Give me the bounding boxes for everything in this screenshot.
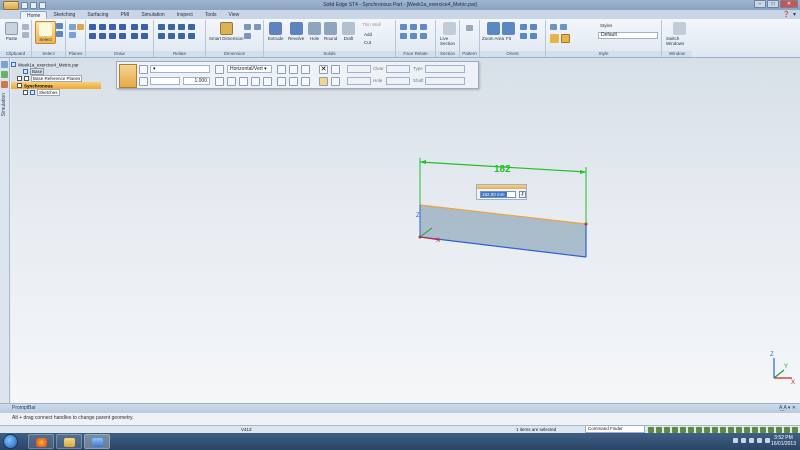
taskbar-solid-edge[interactable]	[84, 434, 110, 449]
local-z-label: Z	[416, 213, 420, 219]
view-z-label: Z	[770, 352, 774, 358]
taskbar-explorer[interactable]	[56, 434, 82, 449]
tray-icon[interactable]	[733, 438, 738, 443]
dimension-value[interactable]: 182	[494, 164, 511, 175]
dimension-value-input[interactable]: 182.00 mm	[480, 191, 516, 198]
graphics-canvas: 182 Z X Z X Y	[416, 158, 795, 386]
view-y-label: Y	[784, 364, 788, 370]
taskbar-firefox[interactable]	[28, 434, 54, 449]
taskbar-clock[interactable]: 3:52 PM 16/01/2013	[771, 435, 796, 447]
network-icon[interactable]	[757, 438, 762, 443]
volume-icon[interactable]	[765, 438, 770, 443]
prompt-bar: PromptBar A͟ A ▾ ✕ Alt + drag connect ha…	[0, 403, 800, 425]
command-finder-input[interactable]: Command Finder	[585, 425, 645, 433]
local-x-label: X	[436, 238, 440, 244]
prompt-bar-title: PromptBar	[0, 404, 800, 413]
folder-icon	[64, 438, 75, 447]
dimension-edit-box: 182.00 mm ⚷	[476, 184, 527, 200]
start-button[interactable]	[3, 434, 18, 449]
clock-date: 16/01/2013	[770, 441, 796, 447]
prompt-text: Alt + drag connect handles to change par…	[12, 415, 134, 421]
view-y-axis	[773, 369, 785, 379]
version-text: V413	[241, 427, 252, 432]
system-tray	[733, 438, 770, 443]
windows-taskbar: 3:52 PM 16/01/2013	[0, 433, 800, 450]
status-bar: V413 1 items are selected Command Finder	[0, 425, 800, 433]
dimension-edit-header	[477, 185, 526, 189]
dimension-arrow-left	[420, 160, 426, 164]
dimension-arrow-right	[580, 170, 586, 174]
tray-icon[interactable]	[741, 438, 746, 443]
dimension-lock-icon[interactable]: ⚷	[519, 191, 526, 198]
solid-edge-icon	[92, 438, 103, 447]
sketch-face[interactable]	[420, 205, 586, 257]
selection-status: 1 items are selected	[516, 427, 557, 432]
tray-icon[interactable]	[749, 438, 754, 443]
view-x-label: X	[791, 380, 795, 386]
dimension-value-text: 182.00 mm	[481, 192, 507, 197]
firefox-icon	[36, 438, 47, 447]
prompt-bar-controls[interactable]: A͟ A ▾ ✕	[779, 405, 796, 411]
